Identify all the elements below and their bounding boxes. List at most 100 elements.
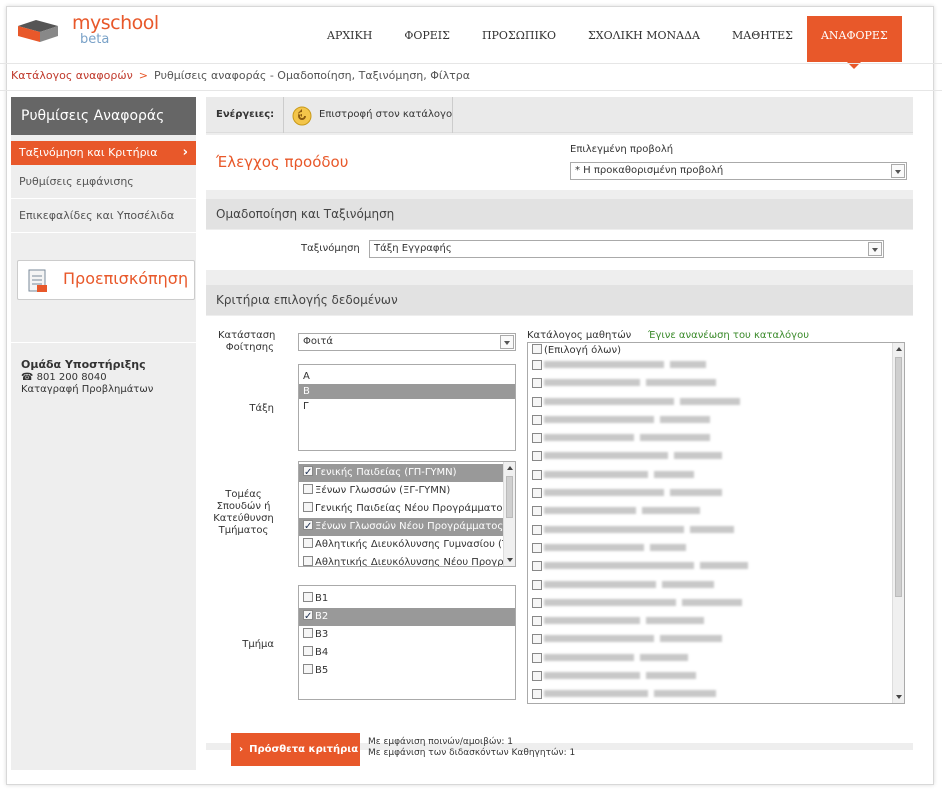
sort-select[interactable]: Τάξη Εγγραφής xyxy=(369,240,884,258)
section-option-label: Β5 xyxy=(315,665,329,676)
student-option[interactable] xyxy=(528,431,904,449)
nav-home[interactable]: ΑΡΧΙΚΗ xyxy=(313,16,386,62)
checkbox[interactable] xyxy=(532,634,542,645)
checkbox[interactable] xyxy=(532,652,542,663)
student-option[interactable] xyxy=(528,449,904,467)
student-option[interactable] xyxy=(528,669,904,687)
class-listbox[interactable]: ΑΒΓ xyxy=(298,364,516,451)
student-option[interactable] xyxy=(528,468,904,486)
checkbox[interactable] xyxy=(532,561,542,572)
sector-option[interactable]: Ξένων Γλωσσών Νέου Προγράμματος Σπ xyxy=(299,518,515,536)
divider xyxy=(0,90,942,91)
logo-icon xyxy=(18,20,58,42)
grouping-section-title: Ομαδοποίηση και Ταξινόμηση xyxy=(206,199,913,229)
sector-listbox[interactable]: Γενικής Παιδείας (ΓΠ-ΓΥΜΝ) Ξένων Γλωσσών … xyxy=(298,461,516,567)
student-option[interactable] xyxy=(528,614,904,632)
checkbox[interactable] xyxy=(532,344,542,354)
student-option[interactable] xyxy=(528,413,904,431)
checkbox[interactable] xyxy=(532,433,542,444)
logo[interactable]: myschool beta xyxy=(14,8,159,48)
checkbox[interactable] xyxy=(532,451,542,462)
chevron-right-icon: › xyxy=(239,744,244,755)
checkbox[interactable] xyxy=(303,556,313,566)
checkbox[interactable] xyxy=(532,488,542,499)
sector-option[interactable]: Αθλητικής Διευκόλυνσης Νέου Προγράμμ xyxy=(299,554,515,566)
checkbox[interactable] xyxy=(532,542,542,553)
student-option[interactable] xyxy=(528,541,904,559)
checkbox[interactable] xyxy=(303,646,313,656)
nav-reports[interactable]: ΑΝΑΦΟΡΕΣ xyxy=(806,16,902,69)
redacted-name xyxy=(544,653,634,661)
breadcrumb-link[interactable]: Κατάλογος αναφορών xyxy=(11,69,133,82)
sidebar-item-headers-footers[interactable]: Επικεφαλίδες και Υποσέλιδα xyxy=(11,199,196,233)
preview-button[interactable]: Προεπισκόπηση xyxy=(17,260,195,300)
student-option[interactable] xyxy=(528,523,904,541)
status-select[interactable]: Φοιτά xyxy=(298,333,516,351)
student-option[interactable] xyxy=(528,486,904,504)
checkbox[interactable] xyxy=(303,608,313,626)
support-link[interactable]: Καταγραφή Προβλημάτων xyxy=(21,384,153,395)
checkbox[interactable] xyxy=(303,592,313,602)
section-option[interactable]: Β1 xyxy=(299,590,515,608)
student-option[interactable] xyxy=(528,376,904,394)
class-option[interactable]: Β xyxy=(299,384,515,399)
view-select[interactable]: * Η προκαθορισμένη προβολή xyxy=(570,162,907,180)
student-option[interactable] xyxy=(528,578,904,596)
section-option[interactable]: Β2 xyxy=(299,608,515,626)
select-all-option[interactable]: (Επιλογή όλων) xyxy=(528,343,904,358)
divider xyxy=(11,342,196,343)
student-option[interactable] xyxy=(528,504,904,522)
checkbox[interactable] xyxy=(303,502,313,512)
nav-staff[interactable]: ΠΡΟΣΩΠΙΚΟ xyxy=(468,16,570,62)
nav-entities[interactable]: ΦΟΡΕΙΣ xyxy=(390,16,464,62)
checkbox[interactable] xyxy=(303,518,313,536)
checkbox[interactable] xyxy=(303,484,313,494)
checkbox[interactable] xyxy=(532,671,542,682)
checkbox[interactable] xyxy=(303,628,313,638)
additional-criteria-button[interactable]: › Πρόσθετα κριτήρια xyxy=(231,733,360,766)
checkbox[interactable] xyxy=(532,414,542,425)
section-option[interactable]: Β5 xyxy=(299,662,515,680)
sector-option[interactable]: Γενικής Παιδείας Νέου Προγράμματος Σπ xyxy=(299,500,515,518)
nav-students[interactable]: ΜΑΘΗΤΕΣ xyxy=(718,16,807,62)
checkbox[interactable] xyxy=(532,579,542,590)
checkbox[interactable] xyxy=(532,396,542,407)
section-listbox[interactable]: Β1 Β2 Β3 Β4 Β5 xyxy=(298,585,516,700)
section-option[interactable]: Β3 xyxy=(299,626,515,644)
student-option[interactable] xyxy=(528,651,904,669)
checkbox[interactable] xyxy=(303,664,313,674)
student-option[interactable] xyxy=(528,559,904,577)
students-listbox[interactable]: (Επιλογή όλων) xyxy=(527,342,905,704)
checkbox[interactable] xyxy=(532,616,542,627)
checkbox[interactable] xyxy=(532,597,542,608)
info-teachers: Με εμφάνιση των διδασκόντων Καθηγητών: 1 xyxy=(368,748,576,758)
sector-option[interactable]: Ξένων Γλωσσών (ΞΓ-ΓΥΜΝ) xyxy=(299,482,515,500)
checkbox[interactable] xyxy=(532,378,542,389)
class-option[interactable]: Α xyxy=(299,369,515,384)
return-icon[interactable] xyxy=(292,106,312,126)
sector-option[interactable]: Αθλητικής Διευκόλυνσης Γυμνασίου (ΤΑ xyxy=(299,536,515,554)
class-option[interactable]: Γ xyxy=(299,399,515,414)
checkbox[interactable] xyxy=(532,524,542,535)
scrollbar[interactable] xyxy=(503,462,515,566)
sidebar-item-sorting[interactable]: Ταξινόμηση και Κριτήρια › xyxy=(11,141,196,165)
student-option[interactable] xyxy=(528,687,904,703)
nav-school-unit[interactable]: ΣΧΟΛΙΚΗ ΜΟΝΑΔΑ xyxy=(574,16,714,62)
checkbox[interactable] xyxy=(303,464,313,482)
checkbox[interactable] xyxy=(532,506,542,517)
redacted-name xyxy=(544,361,664,368)
sector-option[interactable]: Γενικής Παιδείας (ΓΠ-ΓΥΜΝ) xyxy=(299,464,515,482)
section-option[interactable]: Β4 xyxy=(299,644,515,662)
student-option[interactable] xyxy=(528,596,904,614)
sidebar-item-display-settings[interactable]: Ρυθμίσεις εμφάνισης xyxy=(11,165,196,199)
checkbox[interactable] xyxy=(303,538,313,548)
scrollbar[interactable] xyxy=(892,343,904,703)
redacted-name xyxy=(544,470,648,478)
student-option[interactable] xyxy=(528,632,904,650)
return-to-catalog-link[interactable]: Επιστροφή στον κατάλογο xyxy=(319,109,452,120)
checkbox[interactable] xyxy=(532,469,542,480)
student-option[interactable] xyxy=(528,358,904,376)
checkbox[interactable] xyxy=(532,689,542,700)
student-option[interactable] xyxy=(528,395,904,413)
checkbox[interactable] xyxy=(532,360,542,370)
